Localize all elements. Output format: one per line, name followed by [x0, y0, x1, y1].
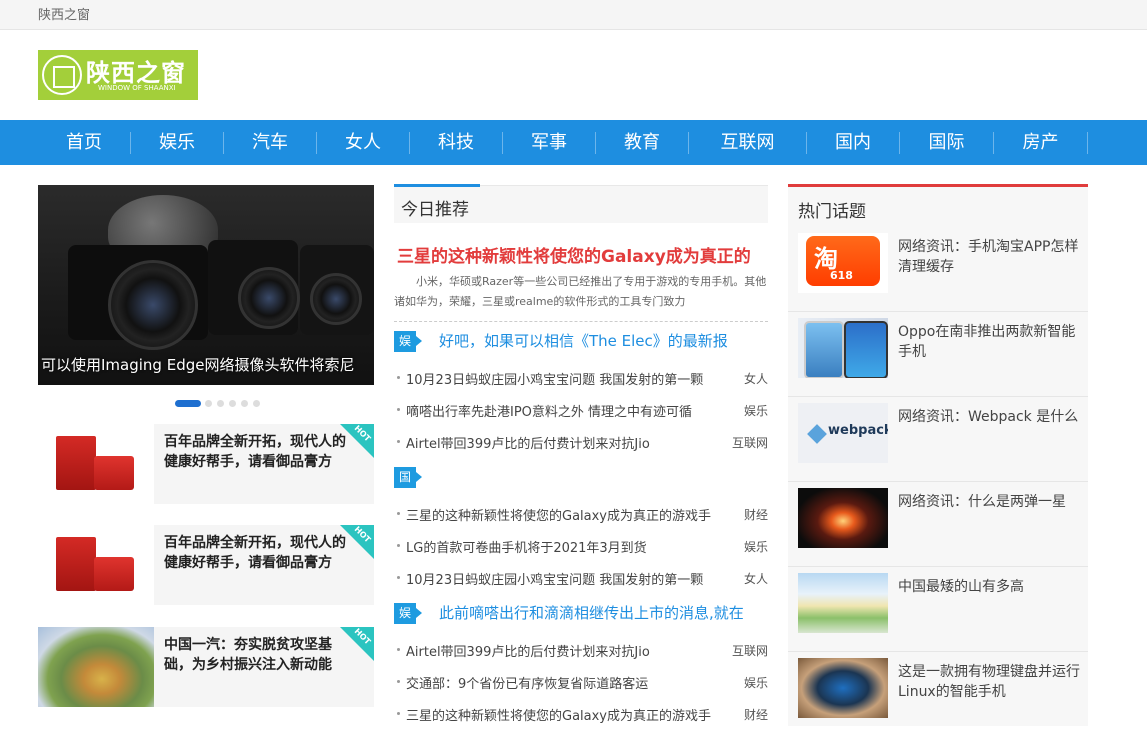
site-logo[interactable]: 陕西之窗 WINDOW OF SHAANXI [38, 50, 198, 100]
list-item[interactable]: LG的首款可卷曲手机将于2021年3月到货 娱乐 [394, 535, 768, 557]
featured-card[interactable]: 中国一汽：夯实脱贫攻坚基础，为乡村振兴注入新动能 HOT [38, 627, 374, 707]
nav-item-auto[interactable]: 汽车 [224, 120, 316, 165]
slider-dot[interactable] [253, 400, 260, 407]
headline-summary: 小米，华硕或Razer等一些公司已经推出了专用于游戏的专用手机。其他诸如华为，荣… [394, 275, 767, 308]
hot-topic-item[interactable]: 中国最矮的山有多高 [788, 567, 1088, 652]
image-text: webpack [828, 423, 888, 438]
product-thumbnail [38, 424, 154, 504]
logo-name: 陕西之窗 [86, 59, 186, 87]
list-item-title[interactable]: 嘀嗒出行率先赴港IPO意料之外 情理之中有迹可循 [406, 401, 736, 420]
nav-item-international[interactable]: 国际 [900, 120, 993, 165]
top-bar: 陕西之窗 [0, 0, 1147, 30]
nav-item-tech[interactable]: 科技 [410, 120, 502, 165]
headline-link[interactable]: 三星的这种新颖性将使您的Galaxy成为真正的 [397, 242, 768, 267]
card-title[interactable]: 百年品牌全新开拓，现代人的健康好帮手，请看御品膏方 [164, 533, 354, 573]
nav-item-home[interactable]: 首页 [38, 120, 130, 165]
slider-dot[interactable] [241, 400, 248, 407]
list-item[interactable]: 交通部：9个省份已有序恢复省际道路客运 娱乐 [394, 671, 768, 693]
list-item[interactable]: 10月23日蚂蚁庄园小鸡宝宝问题 我国发射的第一颗 女人 [394, 367, 768, 389]
list-item[interactable]: Airtel带回399卢比的后付费计划来对抗Jio 互联网 [394, 639, 768, 661]
topic-title[interactable]: 网络资讯：手机淘宝APP怎样清理缓存 [898, 237, 1080, 277]
hot-topic-item[interactable]: 网络资讯：什么是两弹一星 [788, 482, 1088, 567]
product-thumbnail [38, 525, 154, 605]
slider-dot[interactable] [205, 400, 212, 407]
crowd-thumbnail [38, 627, 154, 707]
section-headline[interactable]: 好吧，如果可以相信《The Elec》的最新报 [439, 330, 769, 351]
category-tag[interactable]: 国内 [394, 467, 423, 505]
section-title: 今日推荐 [401, 200, 469, 220]
slider-dot[interactable] [217, 400, 224, 407]
list-item-title[interactable]: LG的首款可卷曲手机将于2021年3月到货 [406, 537, 736, 556]
featured-card[interactable]: 百年品牌全新开拓，现代人的健康好帮手，请看御品膏方 HOT [38, 525, 374, 605]
topic-title[interactable]: 网络资讯：Webpack 是什么 [898, 407, 1080, 427]
list-item-title[interactable]: 交通部：9个省份已有序恢复省际道路客运 [406, 673, 736, 692]
list-item-title[interactable]: Airtel带回399卢比的后付费计划来对抗Jio [406, 641, 736, 660]
nav-item-education[interactable]: 教育 [596, 120, 688, 165]
list-item-title[interactable]: 三星的这种新颖性将使您的Galaxy成为真正的游戏手 [406, 705, 736, 724]
divider [394, 321, 768, 322]
list-item-category[interactable]: 女人 [737, 570, 768, 587]
category-tag[interactable]: 娱乐 [394, 331, 423, 369]
list-item[interactable]: Airtel带回399卢比的后付费计划来对抗Jio 互联网 [394, 431, 768, 453]
list-item[interactable]: 嘀嗒出行率先赴港IPO意料之外 情理之中有迹可循 娱乐 [394, 399, 768, 421]
hot-topic-item[interactable]: Oppo在南非推出两款新智能手机 [788, 312, 1088, 397]
webpack-logo-image[interactable]: webpack [798, 403, 888, 463]
list-item-category[interactable]: 娱乐 [737, 538, 768, 555]
hot-topics-panel: 热门话题 淘 618 网络资讯：手机淘宝APP怎样清理缓存 Oppo在南非推出两… [788, 184, 1088, 726]
topic-title[interactable]: 网络资讯：什么是两弹一星 [898, 492, 1080, 512]
oppo-phones-image[interactable] [798, 318, 888, 378]
image-text: 618 [830, 269, 853, 282]
list-item-category[interactable]: 娱乐 [737, 402, 768, 419]
featured-card[interactable]: 百年品牌全新开拓，现代人的健康好帮手，请看御品膏方 HOT [38, 424, 374, 504]
nav-item-realestate[interactable]: 房产 [994, 120, 1087, 165]
hot-topic-item[interactable]: webpack 网络资讯：Webpack 是什么 [788, 397, 1088, 482]
category-tag[interactable]: 娱乐 [394, 603, 423, 641]
hot-topic-item[interactable]: 这是一款拥有物理键盘并运行Linux的智能手机 [788, 652, 1088, 737]
list-item-category[interactable]: 互联网 [725, 434, 768, 451]
slider-dot[interactable] [175, 400, 201, 407]
list-item-category[interactable]: 财经 [737, 506, 768, 523]
list-item[interactable]: 三星的这种新颖性将使您的Galaxy成为真正的游戏手 财经 [394, 503, 768, 525]
nav-item-internet[interactable]: 互联网 [689, 120, 806, 165]
list-item-category[interactable]: 娱乐 [737, 674, 768, 691]
nav-item-women[interactable]: 女人 [317, 120, 409, 165]
slider-dot[interactable] [229, 400, 236, 407]
list-item-title[interactable]: Airtel带回399卢比的后付费计划来对抗Jio [406, 433, 736, 452]
explosion-image[interactable] [798, 488, 888, 548]
card-title[interactable]: 百年品牌全新开拓，现代人的健康好帮手，请看御品膏方 [164, 432, 354, 472]
topic-title[interactable]: 这是一款拥有物理键盘并运行Linux的智能手机 [898, 662, 1080, 702]
nav-item-military[interactable]: 军事 [503, 120, 595, 165]
list-item-title[interactable]: 三星的这种新颖性将使您的Galaxy成为真正的游戏手 [406, 505, 736, 524]
main-nav: 首页 娱乐 汽车 女人 科技 军事 教育 互联网 国内 国际 房产 [0, 120, 1147, 165]
keyboard-phone-image[interactable] [798, 658, 888, 718]
logo-subtitle: WINDOW OF SHAANXI [98, 84, 176, 92]
webpack-cube-icon [807, 424, 827, 444]
topic-title[interactable]: Oppo在南非推出两款新智能手机 [898, 322, 1080, 362]
slide-caption[interactable]: 可以使用Imaging Edge网络摄像头软件将索尼 [38, 354, 374, 375]
topic-title[interactable]: 中国最矮的山有多高 [898, 577, 1080, 597]
hill-landscape-image[interactable] [798, 573, 888, 633]
today-recommend-header: 今日推荐 [394, 184, 768, 223]
list-item-category[interactable]: 互联网 [725, 642, 768, 659]
slideshow-image[interactable]: 可以使用Imaging Edge网络摄像头软件将索尼 [38, 185, 374, 385]
nav-item-entertainment[interactable]: 娱乐 [131, 120, 223, 165]
list-item-category[interactable]: 女人 [737, 370, 768, 387]
nav-item-domestic[interactable]: 国内 [807, 120, 899, 165]
list-item[interactable]: 10月23日蚂蚁庄园小鸡宝宝问题 我国发射的第一颗 女人 [394, 567, 768, 589]
logo-emblem-icon [42, 55, 82, 95]
panel-title: 热门话题 [798, 202, 866, 222]
hot-topic-item[interactable]: 淘 618 网络资讯：手机淘宝APP怎样清理缓存 [788, 227, 1088, 312]
list-item-title[interactable]: 10月23日蚂蚁庄园小鸡宝宝问题 我国发射的第一颗 [406, 369, 736, 388]
list-item-category[interactable]: 财经 [737, 706, 768, 723]
section-headline[interactable]: 此前嘀嗒出行和滴滴相继传出上市的消息,就在 [439, 602, 769, 623]
list-item-title[interactable]: 10月23日蚂蚁庄园小鸡宝宝问题 我国发射的第一颗 [406, 569, 736, 588]
site-name[interactable]: 陕西之窗 [38, 4, 90, 23]
taobao-618-image[interactable]: 淘 618 [798, 233, 888, 293]
card-title[interactable]: 中国一汽：夯实脱贫攻坚基础，为乡村振兴注入新动能 [164, 635, 354, 675]
list-item[interactable]: 三星的这种新颖性将使您的Galaxy成为真正的游戏手 财经 [394, 703, 768, 725]
